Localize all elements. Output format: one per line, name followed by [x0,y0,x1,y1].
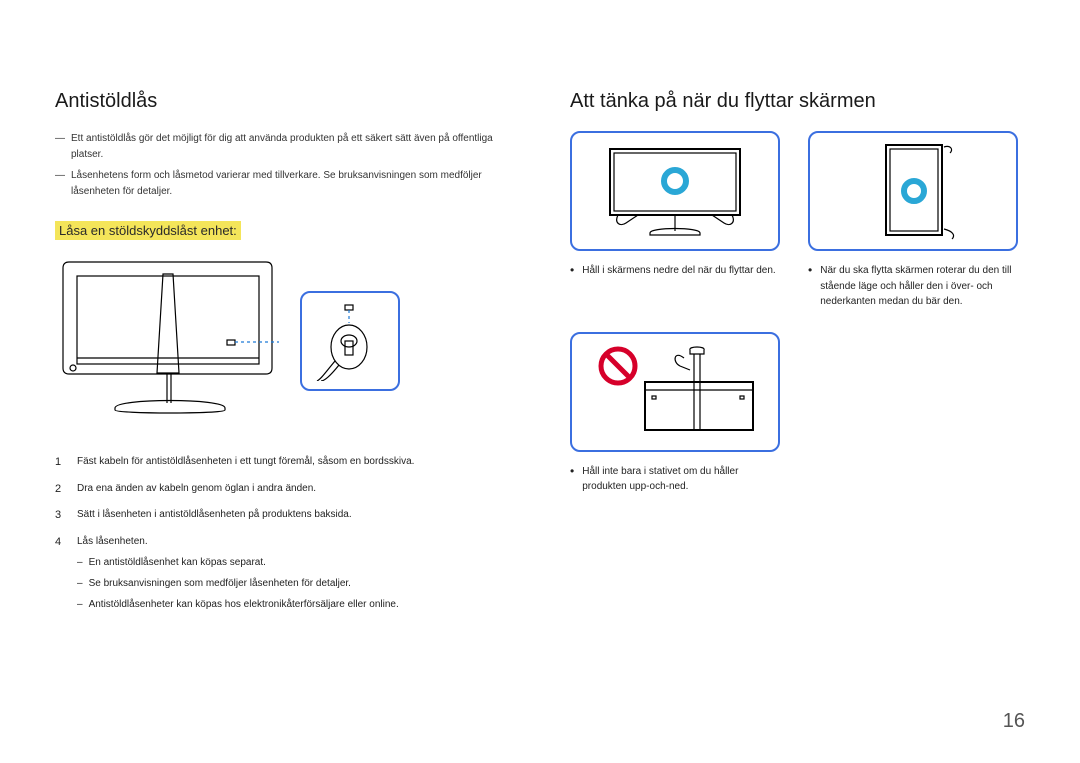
sub-note-item: En antistöldlåsenhet kan köpas separat. [77,554,399,571]
highlighted-subheading: Låsa en stöldskyddslåst enhet: [55,221,241,240]
step-item: Fäst kabeln för antistöldlåsenheten i et… [55,453,510,472]
prohibited-hold-stand-illustration [590,342,760,442]
panel-portrait [808,131,1018,251]
manual-page: Antistöldlås ― Ett antistöldlås gör det … [0,0,1080,763]
numbered-steps: Fäst kabeln för antistöldlåsenheten i et… [55,453,510,617]
antitheft-diagram-row [55,258,510,423]
two-column-layout: Antistöldlås ― Ett antistöldlås gör det … [55,90,1030,625]
sub-note-item: Se bruksanvisningen som medföljer låsenh… [77,575,399,592]
panel-a-col: Håll i skärmens nedre del när du flyttar… [570,131,780,310]
note-item: ― Ett antistöldlås gör det möjligt för d… [55,131,510,162]
step-item: Dra ena änden av kabeln genom öglan i an… [55,480,510,499]
panel-b-col: När du ska flytta skärmen roterar du den… [808,131,1018,310]
step-text: Lås låsenheten. [77,536,148,547]
lock-icon [315,301,385,381]
step-text: Fäst kabeln för antistöldlåsenheten i et… [77,453,414,472]
page-number: 16 [1003,710,1025,733]
intro-notes: ― Ett antistöldlås gör det möjligt för d… [55,131,510,199]
note-text: Låsenhetens form och låsmetod varierar m… [71,168,510,199]
step-text: Dra ena änden av kabeln genom öglan i an… [77,480,316,499]
subheading-container: Låsa en stöldskyddslåst enhet: [55,221,510,258]
left-column: Antistöldlås ― Ett antistöldlås gör det … [55,90,510,625]
monitor-portrait-illustration [828,141,998,241]
em-dash-icon: ― [55,131,65,162]
em-dash-icon: ― [55,168,65,199]
step-sub-notes: En antistöldlåsenhet kan köpas separat. … [77,554,399,613]
panel-c-col: Håll inte bara i stativet om du håller p… [570,332,780,495]
sub-note-item: Antistöldlåsenheter kan köpas hos elektr… [77,596,399,613]
lock-closeup-box [300,291,400,391]
moving-heading: Att tänka på när du flyttar skärmen [570,90,1030,113]
antitheft-heading: Antistöldlås [55,90,510,113]
panel-a-caption: Håll i skärmens nedre del när du flyttar… [570,263,780,279]
step-item: Sätt i låsenheten i antistöldlåsenheten … [55,506,510,525]
step-text: Sätt i låsenheten i antistöldlåsenheten … [77,506,352,525]
note-item: ― Låsenhetens form och låsmetod varierar… [55,168,510,199]
right-column: Att tänka på när du flyttar skärmen [570,90,1030,625]
panel-hold-bottom [570,131,780,251]
monitor-front-hold-illustration [590,141,760,241]
note-text: Ett antistöldlås gör det möjligt för dig… [71,131,510,162]
panel-b-caption: När du ska flytta skärmen roterar du den… [808,263,1018,310]
panel-row-bottom: Håll inte bara i stativet om du håller p… [570,332,1030,495]
panel-c-caption: Håll inte bara i stativet om du håller p… [570,464,780,495]
panel-prohibited [570,332,780,452]
panel-row-top: Håll i skärmens nedre del när du flyttar… [570,131,1030,310]
monitor-back-illustration [55,258,280,423]
step-item: Lås låsenheten. En antistöldlåsenhet kan… [55,533,510,617]
